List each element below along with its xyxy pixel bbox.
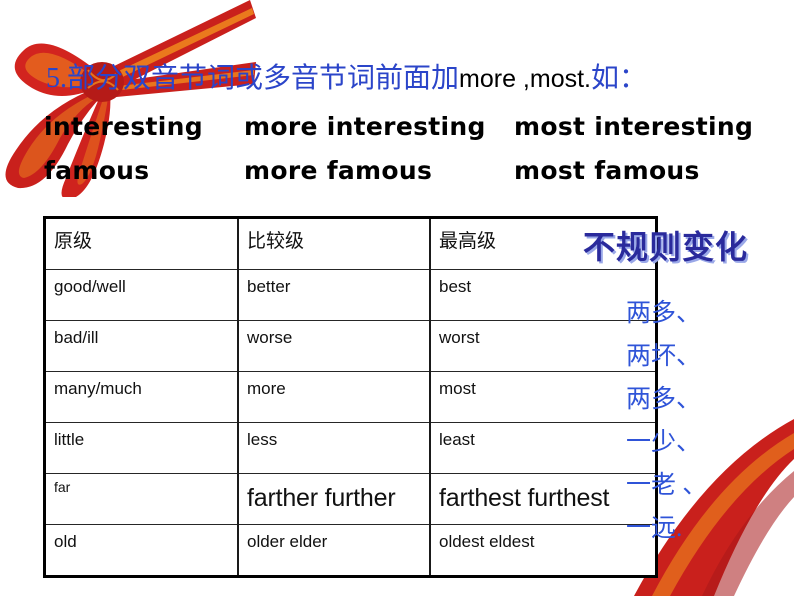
example-comparative: more famous [244, 156, 433, 185]
cell-superlative: best [429, 269, 657, 321]
cell-comparative: less [237, 422, 431, 474]
example-superlative: most famous [514, 156, 700, 185]
list-item: 两多、 [626, 386, 702, 413]
cell-positive: far [44, 473, 239, 525]
cell-superlative: least [429, 422, 657, 474]
heading-english: more ,most. [459, 65, 591, 93]
cell-positive: good/well [44, 269, 239, 321]
example-positive: interesting [44, 112, 203, 141]
cell-superlative: worst [429, 320, 657, 372]
cell-comparative: more [237, 371, 431, 423]
table-header-positive: 原级 [44, 217, 239, 270]
list-item: 两坏、 [626, 343, 702, 370]
irregular-forms-list: 两多、 两坏、 两多、 一少、 一老 、 一远. [626, 292, 786, 550]
example-list: interesting more interesting most intere… [0, 112, 794, 200]
cell-comparative: farther further [237, 473, 431, 525]
cell-superlative: oldest eldest [429, 524, 657, 577]
cell-superlative: most [429, 371, 657, 423]
table-row: good/well better best [44, 269, 657, 321]
list-item: 两多、 [626, 300, 702, 327]
comparison-table: 原级 比较级 最高级 good/well better best bad/ill… [43, 216, 658, 578]
table-header-comparative: 比较级 [237, 217, 431, 270]
heading-chinese-tail: 如： [591, 63, 648, 94]
example-row: interesting more interesting most intere… [0, 112, 794, 156]
irregular-forms-title: 不规则变化 [583, 229, 749, 265]
example-superlative: most interesting [514, 112, 754, 141]
list-item: 一远. [626, 515, 683, 542]
cell-positive: bad/ill [44, 320, 239, 372]
cell-superlative: farthest furthest [429, 473, 657, 525]
example-row: famous more famous most famous [0, 156, 794, 200]
heading-number: 5. [46, 63, 67, 94]
cell-comparative: older elder [237, 524, 431, 577]
table-header-row: 原级 比较级 最高级 [44, 217, 657, 270]
table-row: bad/ill worse worst [44, 320, 657, 372]
heading-chinese-lead: 部分双音节词或多音节词前面加 [67, 63, 460, 94]
cell-comparative: better [237, 269, 431, 321]
cell-positive: old [44, 524, 239, 577]
list-item: 一老 、 [626, 472, 708, 499]
slide-canvas: 5.部分双音节词或多音节词前面加more ,most.如： interestin… [0, 0, 794, 596]
table-row: far farther further farthest furthest [44, 473, 657, 525]
table-row: little less least [44, 422, 657, 474]
table-row: old older elder oldest eldest [44, 524, 657, 577]
example-positive: famous [44, 156, 150, 185]
page-title: 5.部分双音节词或多音节词前面加more ,most.如： [46, 62, 647, 95]
cell-positive: many/much [44, 371, 239, 423]
list-item: 一少、 [626, 429, 702, 456]
example-comparative: more interesting [244, 112, 486, 141]
cell-positive: little [44, 422, 239, 474]
cell-comparative: worse [237, 320, 431, 372]
table-row: many/much more most [44, 371, 657, 423]
